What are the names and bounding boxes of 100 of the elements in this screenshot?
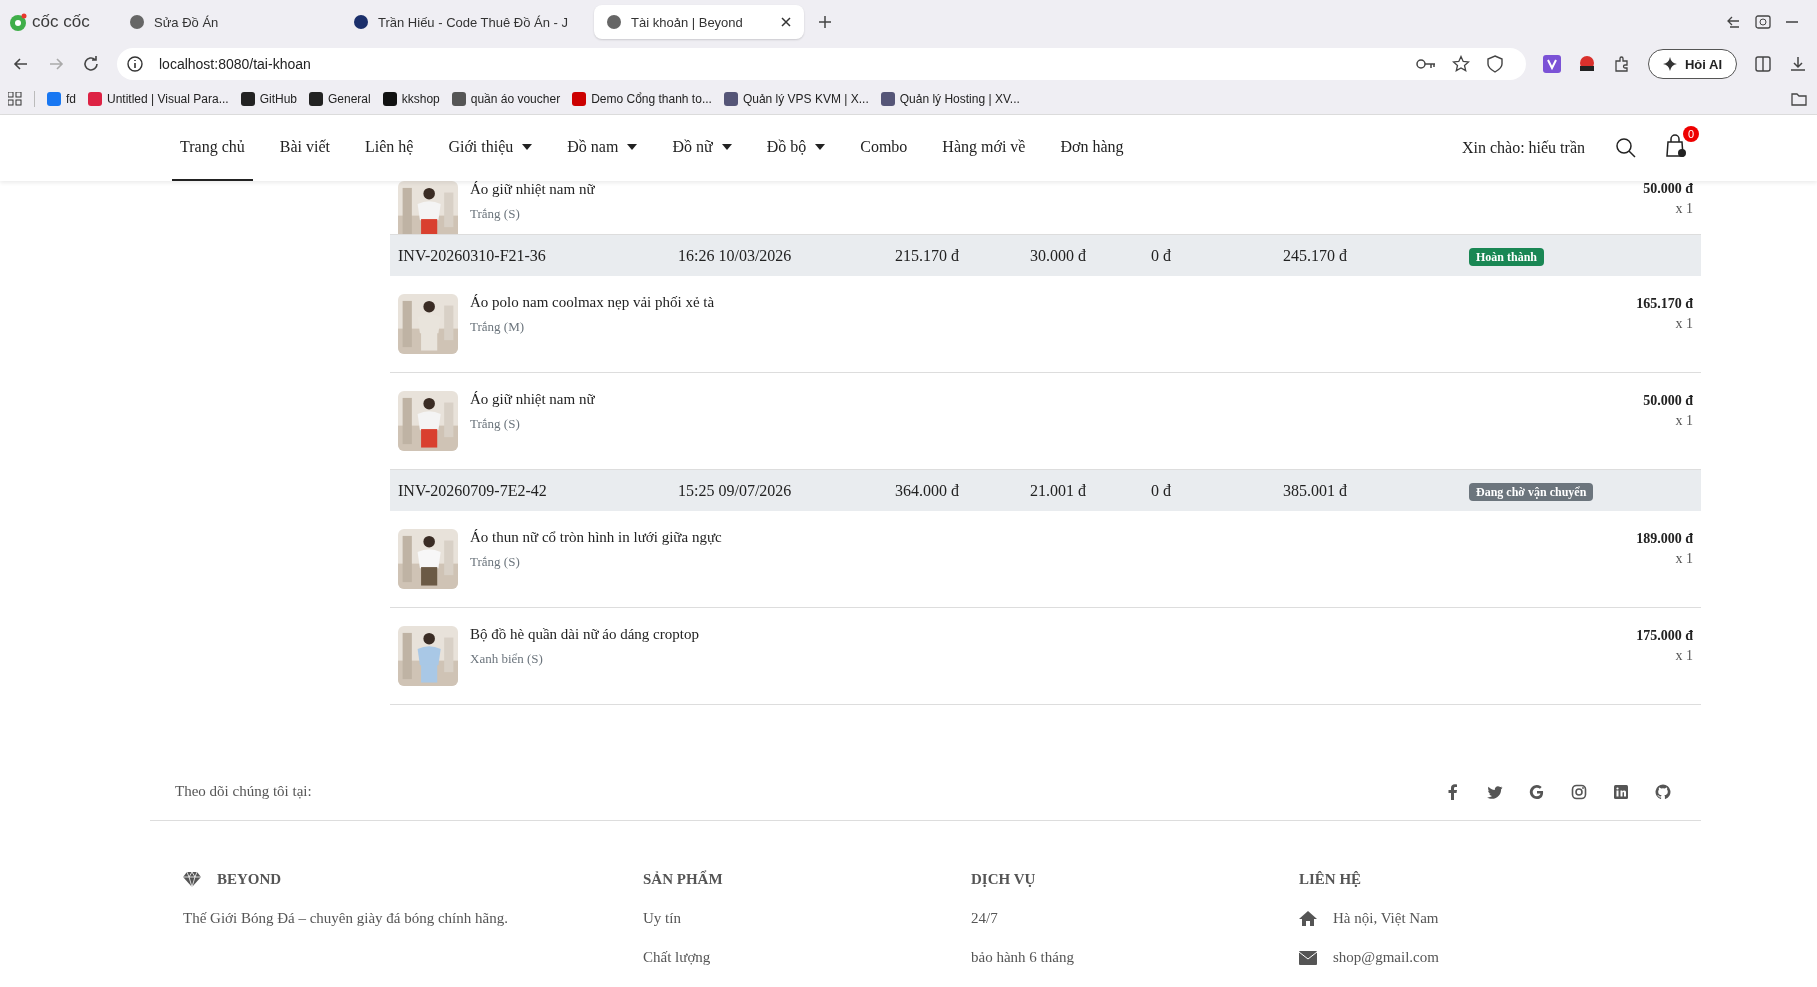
follow-label: Theo dõi chúng tôi tại: bbox=[175, 783, 312, 800]
site-icon bbox=[606, 14, 623, 30]
bookmark[interactable]: fd bbox=[47, 92, 76, 106]
bookmark-icon bbox=[88, 92, 102, 106]
close-icon[interactable] bbox=[780, 16, 793, 28]
ask-ai-button[interactable]: Hỏi AI bbox=[1647, 49, 1737, 79]
product-variant: Trắng (S) bbox=[470, 415, 521, 432]
order-row[interactable]: INV-20260310-F21-36 16:26 10/03/2026 215.170 đ 30.000 đ 0 đ 245.170 đ Hoàn thành bbox=[390, 235, 1701, 276]
shopping-bag-icon[interactable] bbox=[1665, 134, 1687, 158]
product-quantity: x 1 bbox=[1675, 551, 1693, 567]
order-shipping: 30.000 đ bbox=[1030, 246, 1087, 265]
status-badge: Hoàn thành bbox=[1469, 247, 1545, 266]
home-icon bbox=[1299, 911, 1317, 926]
order-subtotal: 215.170 đ bbox=[895, 246, 960, 265]
nav-link[interactable]: Liên hệ bbox=[356, 115, 422, 181]
bookmark-icon bbox=[47, 92, 61, 106]
browser-logo[interactable]: cốc cốc bbox=[8, 12, 103, 32]
nav-link[interactable]: Đồ bộ bbox=[758, 115, 834, 181]
product-variant: Trắng (S) bbox=[470, 206, 521, 222]
nav-link[interactable]: Giới thiệu bbox=[440, 115, 541, 181]
footer-link[interactable]: bảo hành 6 tháng bbox=[971, 949, 1299, 966]
shield-icon[interactable] bbox=[1485, 55, 1504, 73]
browser-tab[interactable]: Tài khoản | Beyond bbox=[594, 5, 805, 39]
footer-link[interactable]: Uy tín bbox=[643, 910, 971, 927]
bookmark[interactable]: GitHub bbox=[240, 92, 297, 106]
linkedin-icon[interactable] bbox=[1613, 783, 1629, 800]
bookmark[interactable]: Quản lý Hosting | XV... bbox=[880, 92, 1020, 106]
product-variant: Trắng (S) bbox=[470, 553, 521, 570]
order-discount: 0 đ bbox=[1151, 246, 1172, 265]
download-icon[interactable] bbox=[1789, 55, 1807, 73]
nav-link[interactable]: Đồ nữ bbox=[664, 115, 740, 181]
new-tab-icon[interactable] bbox=[818, 15, 833, 29]
back-list-icon[interactable] bbox=[1725, 14, 1741, 30]
product-name[interactable]: Áo giữ nhiệt nam nữ bbox=[470, 181, 595, 198]
bookmark-icon bbox=[723, 92, 738, 106]
key-icon[interactable] bbox=[1415, 57, 1436, 71]
product-price: 189.000 đ bbox=[1636, 531, 1693, 547]
contact-email: shop@gmail.com bbox=[1333, 949, 1439, 966]
search-icon[interactable] bbox=[1615, 137, 1637, 159]
github-icon[interactable] bbox=[1655, 783, 1671, 800]
footer-brand: BEYOND bbox=[217, 871, 282, 888]
bookmark-icon bbox=[240, 92, 255, 106]
twitter-icon[interactable] bbox=[1487, 783, 1503, 800]
bookmark[interactable]: quần áo voucher bbox=[451, 92, 561, 106]
product-quantity: x 1 bbox=[1675, 201, 1693, 217]
bookmark[interactable]: kkshop bbox=[382, 92, 440, 106]
search-tab-icon[interactable] bbox=[1755, 14, 1771, 30]
bookmark[interactable]: General bbox=[309, 92, 371, 106]
caret-icon bbox=[522, 144, 533, 150]
bookmark[interactable]: Demo Cổng thanh to... bbox=[572, 92, 712, 106]
info-icon bbox=[127, 56, 143, 72]
nav-link[interactable]: Trang chủ bbox=[172, 115, 253, 181]
nav-link[interactable]: Hàng mới về bbox=[934, 115, 1034, 181]
nav-link[interactable]: Bài viết bbox=[271, 115, 338, 181]
star-icon[interactable] bbox=[1451, 55, 1470, 73]
order-total: 245.170 đ bbox=[1283, 246, 1348, 265]
bookmark[interactable]: Untitled | Visual Para... bbox=[88, 92, 229, 106]
caret-icon bbox=[815, 144, 826, 150]
split-view-icon[interactable] bbox=[1754, 55, 1772, 73]
product-variant: Trắng (M) bbox=[470, 318, 526, 335]
footer-tagline: Thế Giới Bóng Đá – chuyên giày đá bóng chính hãng. bbox=[183, 910, 509, 927]
bookmark-icon bbox=[309, 92, 323, 106]
bookmark[interactable]: Quản lý VPS KVM | X... bbox=[723, 92, 869, 106]
product-name[interactable]: Áo giữ nhiệt nam nữ bbox=[470, 390, 595, 408]
order-shipping: 21.001 đ bbox=[1030, 481, 1087, 500]
product-name[interactable]: Bộ đồ hè quần dài nữ áo dáng croptop bbox=[470, 625, 699, 643]
order-row[interactable]: INV-20260709-7E2-42 15:25 09/07/2026 364.000 đ 21.001 đ 0 đ 385.001 đ Đang chờ vận chuyển bbox=[390, 470, 1701, 511]
footer-heading: SẢN PHẨM bbox=[643, 871, 724, 888]
folder-icon[interactable] bbox=[1791, 92, 1807, 106]
bookmark-icon bbox=[382, 92, 397, 106]
diamond-icon bbox=[183, 872, 201, 887]
bookmark-icon bbox=[880, 92, 895, 106]
nav-link[interactable]: Đồ nam bbox=[559, 115, 646, 181]
product-name[interactable]: Áo polo nam coolmax nẹp vải phối xẻ tà bbox=[470, 293, 715, 311]
footer-link[interactable]: Chất lượng bbox=[643, 949, 971, 966]
product-name[interactable]: Áo thun nữ cổ tròn hình in lưới giữa ngực bbox=[470, 528, 722, 546]
extension-icon[interactable] bbox=[1577, 55, 1596, 73]
google-icon[interactable] bbox=[1529, 783, 1545, 800]
order-code: INV-20260709-7E2-42 bbox=[398, 481, 548, 500]
product-quantity: x 1 bbox=[1675, 413, 1693, 429]
browser-tab[interactable]: Sửa Đồ Án bbox=[117, 5, 327, 39]
product-price: 165.170 đ bbox=[1636, 296, 1693, 312]
product-quantity: x 1 bbox=[1675, 648, 1693, 664]
status-badge: Đang chờ vận chuyển bbox=[1469, 482, 1594, 501]
caret-icon bbox=[721, 144, 732, 150]
footer-link[interactable]: 24/7 bbox=[971, 910, 1299, 927]
product-price: 50.000 đ bbox=[1643, 181, 1693, 197]
puzzle-icon[interactable] bbox=[1612, 55, 1631, 73]
browser-tab[interactable]: Trần Hiếu - Code Thuê Đồ Án - J bbox=[341, 5, 581, 39]
nav-link[interactable]: Combo bbox=[852, 115, 916, 181]
instagram-icon[interactable] bbox=[1571, 783, 1587, 800]
reload-icon[interactable] bbox=[82, 55, 100, 73]
site-icon bbox=[353, 14, 369, 30]
bookmark-icon bbox=[572, 92, 587, 106]
product-price: 175.000 đ bbox=[1636, 628, 1693, 644]
apps-grid-icon[interactable] bbox=[8, 92, 22, 106]
contact-address: Hà nội, Việt Nam bbox=[1333, 910, 1439, 927]
nav-link[interactable]: Đơn hàng bbox=[1052, 115, 1132, 181]
greeting-text: Xin chào: hiếu trần bbox=[1461, 139, 1585, 157]
address-field[interactable]: localhost:8080/tai-khoan bbox=[117, 48, 1526, 80]
